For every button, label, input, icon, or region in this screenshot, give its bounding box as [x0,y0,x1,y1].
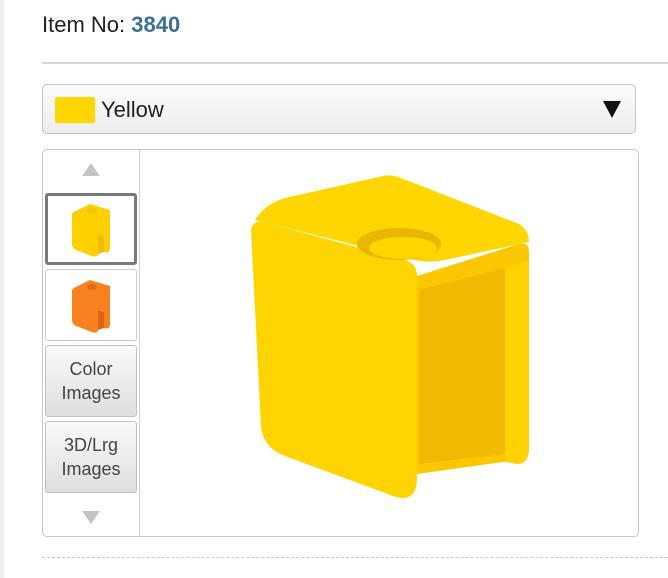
triangle-up-icon[interactable] [82,163,100,176]
large-images-button[interactable]: 3D/Lrg Images [45,421,137,493]
color-images-line2: Images [61,383,121,403]
left-border [0,0,4,578]
large-images-line1: 3D/Lrg [63,435,119,455]
color-swatch [55,97,95,123]
main-product-image [155,164,625,525]
large-images-line2: Images [61,459,121,479]
thumbnail-orange[interactable] [45,269,137,341]
color-select-value: Yellow [101,97,164,122]
orange-part-icon [72,280,110,333]
thumbnail-column: Color Images 3D/Lrg Images [43,150,140,536]
item-number-line: Item No: 3840 [42,12,180,38]
item-number-value: 3840 [131,12,181,37]
triangle-down-icon[interactable] [82,511,100,524]
item-number-label: Item No: [42,12,132,37]
yellow-part-image [251,175,529,498]
image-viewer: Color Images 3D/Lrg Images [42,149,639,537]
caret-down-icon [603,101,621,118]
color-images-line1: Color [69,359,113,379]
yellow-part-icon [72,204,110,257]
thumbnail-yellow[interactable] [45,193,137,265]
header-divider [42,62,668,64]
bottom-divider [42,557,668,558]
color-images-button[interactable]: Color Images [45,345,137,417]
color-select[interactable]: Yellow [42,84,636,134]
